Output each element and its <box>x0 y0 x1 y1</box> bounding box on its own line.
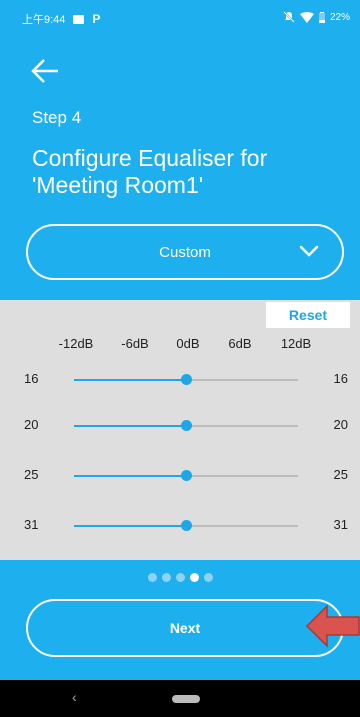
next-button[interactable]: Next <box>26 599 344 657</box>
reset-button[interactable]: Reset <box>266 302 350 328</box>
page-dot <box>147 573 157 582</box>
page-dot <box>175 573 185 582</box>
db-scale: -12dB -6dB 0dB 6dB 12dB <box>0 336 360 354</box>
nav-home-pill[interactable] <box>172 695 200 703</box>
band-freq-label: 20 <box>333 417 348 432</box>
system-nav-bar: ‹ <box>0 680 360 717</box>
band-freq-label: 31 <box>24 517 39 532</box>
back-arrow-icon[interactable] <box>30 58 60 84</box>
band-freq-label: 25 <box>24 467 39 482</box>
wifi-icon <box>299 11 314 23</box>
status-time: 上午9:44 <box>22 14 66 26</box>
mute-icon <box>283 11 295 23</box>
slider-track[interactable] <box>186 425 298 427</box>
step-label: Step 4 <box>32 108 82 127</box>
slider-track-filled[interactable] <box>74 525 186 527</box>
band-freq-label: 20 <box>24 417 39 432</box>
slider-track[interactable] <box>186 475 298 477</box>
eq-band-row: 16 16 <box>0 370 360 390</box>
parking-icon: P <box>92 12 101 26</box>
slider-track[interactable] <box>186 379 298 381</box>
page-dot <box>161 573 171 582</box>
equaliser-panel: Reset -12dB -6dB 0dB 6dB 12dB 16 16 20 2… <box>0 300 360 560</box>
slider-thumb[interactable] <box>180 420 192 431</box>
slider-thumb[interactable] <box>180 470 192 481</box>
image-icon <box>73 14 85 24</box>
annotation-arrow-icon <box>305 604 360 648</box>
chevron-down-icon <box>299 245 319 257</box>
db-label: -12dB <box>58 336 94 351</box>
db-label: -6dB <box>121 336 149 351</box>
eq-band-row: 20 20 <box>0 416 360 436</box>
status-bar: 上午9:44 P 22% <box>0 0 360 34</box>
slider-thumb[interactable] <box>180 374 192 385</box>
preset-value: Custom <box>159 243 211 261</box>
slider-track-filled[interactable] <box>74 475 186 477</box>
band-freq-label: 16 <box>24 371 39 386</box>
db-label: 6dB <box>228 336 252 351</box>
slider-track[interactable] <box>186 525 298 527</box>
band-freq-label: 25 <box>333 467 348 482</box>
slider-track-filled[interactable] <box>74 425 186 427</box>
page-dot-active <box>189 573 199 582</box>
eq-band-row: 31 31 <box>0 516 360 536</box>
page-title: Configure Equaliser for 'Meeting Room1' <box>32 145 268 198</box>
preset-dropdown[interactable]: Custom <box>26 224 344 280</box>
slider-track-filled[interactable] <box>74 379 186 381</box>
nav-back-icon[interactable]: ‹ <box>72 689 77 705</box>
page-dot <box>203 573 213 582</box>
slider-thumb[interactable] <box>180 520 192 531</box>
band-freq-label: 16 <box>333 371 348 386</box>
battery-level: 22% <box>329 11 350 23</box>
page-indicator <box>0 573 360 582</box>
battery-icon <box>318 11 325 23</box>
band-freq-label: 31 <box>333 517 348 532</box>
eq-band-row: 25 25 <box>0 466 360 486</box>
db-label: 12dB <box>280 336 312 351</box>
db-label: 0dB <box>176 336 200 351</box>
